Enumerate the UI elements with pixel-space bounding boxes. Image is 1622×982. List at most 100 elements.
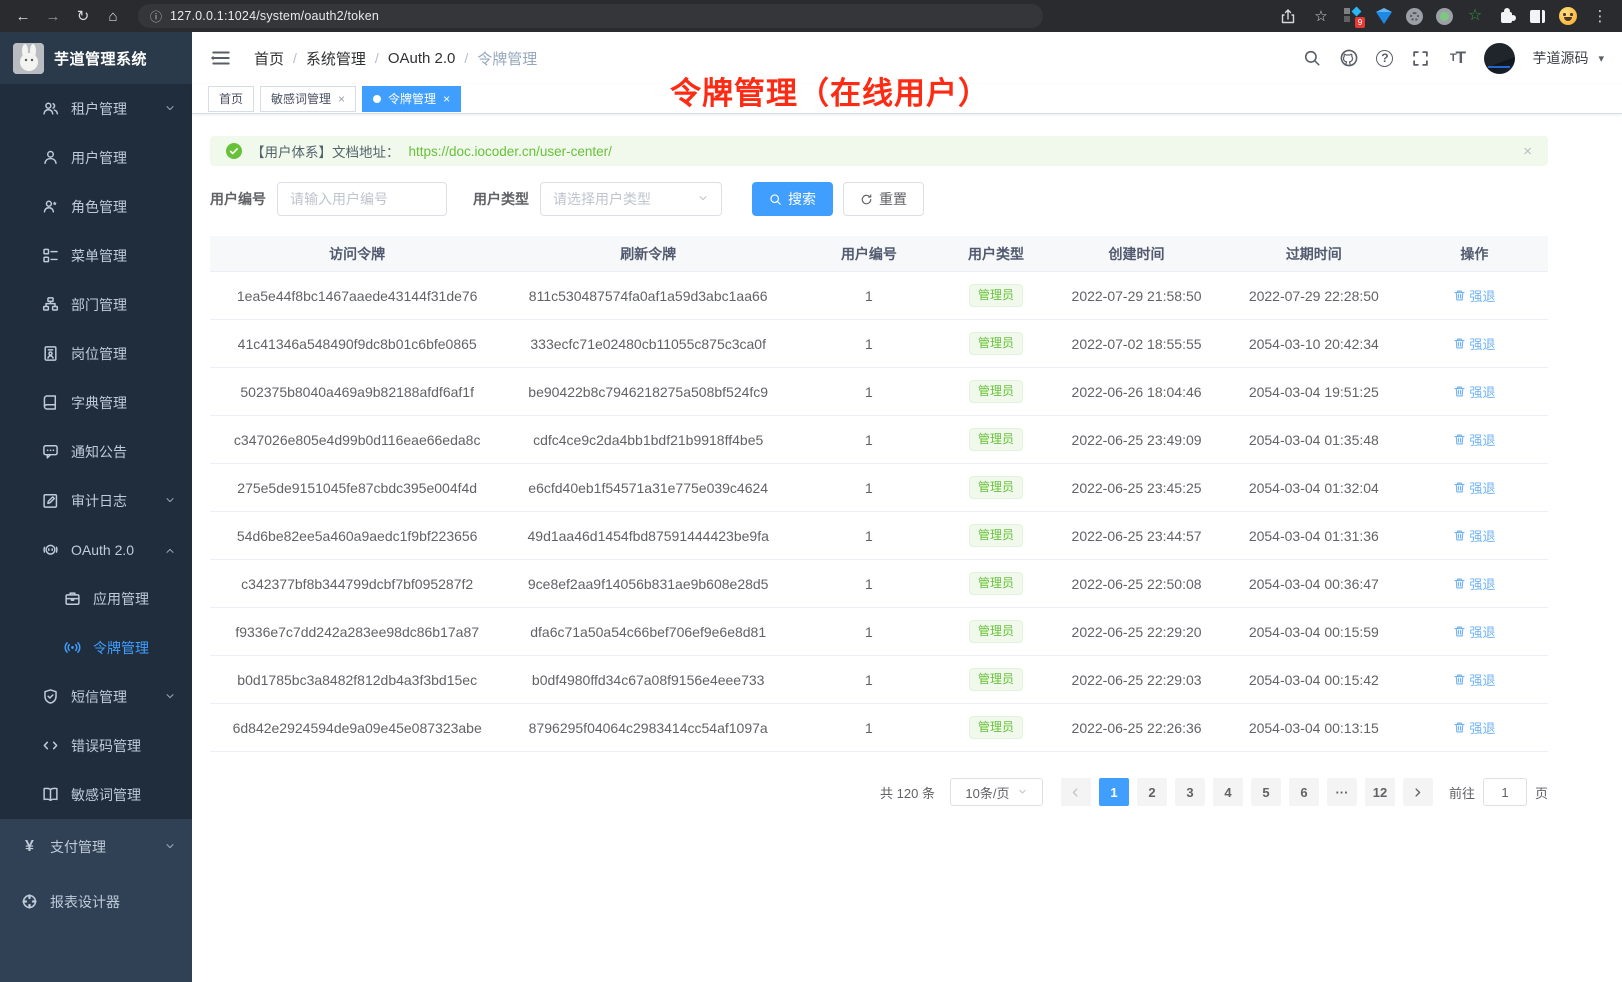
help-icon[interactable]: ?	[1376, 50, 1393, 67]
sidebar-item-report-designer[interactable]: 报表设计器	[0, 874, 192, 929]
extension-tampermonkey-icon[interactable]: 9	[1344, 7, 1362, 25]
prev-page-button[interactable]	[1061, 778, 1091, 806]
browser-menu-icon[interactable]: ⋮	[1590, 4, 1610, 28]
sidebar-item-pay[interactable]: ¥ 支付管理	[0, 819, 192, 874]
tab-sensitive-words[interactable]: 敏感词管理 ×	[260, 86, 356, 112]
user-name[interactable]: 芋道源码	[1532, 48, 1588, 68]
user-type-badge: 管理员	[969, 620, 1023, 642]
org-tree-icon	[42, 296, 59, 313]
sidebar-item-errorcode[interactable]: 错误码管理	[0, 721, 192, 770]
force-logout-button[interactable]: 强退	[1453, 478, 1495, 497]
site-info-icon[interactable]: ⓘ	[150, 8, 162, 25]
sidebar-item-oauth[interactable]: OAuth 2.0	[0, 525, 192, 574]
force-logout-button[interactable]: 强退	[1453, 670, 1495, 689]
breadcrumb-oauth[interactable]: OAuth 2.0	[388, 50, 456, 67]
fullscreen-icon[interactable]	[1410, 48, 1430, 68]
user-id-label: 用户编号	[210, 189, 266, 209]
extension-settings-icon[interactable]	[1406, 8, 1423, 25]
sidebar-item-notice[interactable]: 通知公告	[0, 427, 192, 476]
sidebar-item-role[interactable]: 角色管理	[0, 182, 192, 231]
page-button-6[interactable]: 6	[1289, 778, 1319, 806]
user-type-badge: 管理员	[969, 380, 1023, 402]
bookmark-star-icon[interactable]: ☆	[1311, 4, 1331, 28]
app-logo-header[interactable]: 芋道管理系统	[0, 32, 192, 84]
sidebar-item-oauth-app[interactable]: 应用管理	[0, 574, 192, 623]
force-logout-button[interactable]: 强退	[1453, 430, 1495, 449]
report-wheel-icon	[21, 893, 38, 910]
collapse-sidebar-icon[interactable]	[210, 47, 232, 69]
alert-close-icon[interactable]: ×	[1523, 143, 1532, 160]
tab-home[interactable]: 首页	[208, 86, 254, 112]
sidebar-item-dict[interactable]: 字典管理	[0, 378, 192, 427]
user-id-input[interactable]	[277, 182, 447, 216]
page-button-4[interactable]: 4	[1213, 778, 1243, 806]
browser-back-icon[interactable]: ←	[10, 4, 36, 28]
extension-gem-icon[interactable]	[1375, 7, 1393, 25]
sidebar-item-dept[interactable]: 部门管理	[0, 280, 192, 329]
side-panel-icon[interactable]	[1528, 7, 1546, 25]
page-ellipsis-button[interactable]: ···	[1327, 778, 1357, 806]
close-icon[interactable]: ×	[443, 92, 450, 106]
oauth-robot-icon	[42, 541, 59, 558]
search-button[interactable]: 搜索	[752, 182, 833, 216]
shield-check-icon	[42, 688, 59, 705]
doc-link[interactable]: https://doc.iocoder.cn/user-center/	[409, 144, 612, 159]
dictionary-book-icon	[42, 394, 59, 411]
page-size-select[interactable]: 10条/页	[950, 778, 1043, 806]
yen-icon: ¥	[21, 838, 38, 856]
page-button-12[interactable]: 12	[1365, 778, 1395, 806]
user-type-select[interactable]: 请选择用户类型	[540, 182, 722, 216]
code-icon	[42, 737, 59, 754]
force-logout-button[interactable]: 强退	[1453, 286, 1495, 305]
token-signal-icon	[64, 639, 81, 656]
sidebar-item-user[interactable]: 用户管理	[0, 133, 192, 182]
extension-recorder-icon[interactable]	[1436, 8, 1453, 25]
reset-button[interactable]: 重置	[843, 182, 924, 216]
share-icon[interactable]	[1278, 4, 1298, 28]
force-logout-button[interactable]: 强退	[1453, 622, 1495, 641]
force-logout-button[interactable]: 强退	[1453, 526, 1495, 545]
sidebar-menu: 租户管理 用户管理 角色管理 菜单管理 部门管理 岗位管理	[0, 84, 192, 982]
search-icon[interactable]	[1302, 48, 1322, 68]
breadcrumb-home[interactable]: 首页	[254, 48, 284, 69]
sidebar-item-tenant[interactable]: 租户管理	[0, 84, 192, 133]
browser-home-icon[interactable]: ⌂	[100, 4, 126, 28]
page-button-1[interactable]: 1	[1099, 778, 1129, 806]
breadcrumb-system[interactable]: 系统管理	[306, 48, 366, 69]
browser-forward-icon[interactable]: →	[40, 4, 66, 28]
user-type-badge: 管理员	[969, 476, 1023, 498]
force-logout-button[interactable]: 强退	[1453, 382, 1495, 401]
force-logout-button[interactable]: 强退	[1453, 334, 1495, 353]
chevron-up-icon	[164, 542, 176, 558]
sidebar-item-menu[interactable]: 菜单管理	[0, 231, 192, 280]
page-button-5[interactable]: 5	[1251, 778, 1281, 806]
table-row: 502375b8040a469a9b82188afdf6af1f be90422…	[210, 368, 1548, 416]
table-row: 6d842e2924594de9a09e45e087323abe 8796295…	[210, 704, 1548, 752]
address-bar[interactable]: ⓘ 127.0.0.1:1024/system/oauth2/token	[138, 4, 1043, 28]
sidebar-item-post[interactable]: 岗位管理	[0, 329, 192, 378]
user-icon	[42, 149, 59, 166]
user-avatar[interactable]	[1484, 43, 1515, 74]
github-icon[interactable]	[1339, 48, 1359, 68]
browser-reload-icon[interactable]: ↻	[70, 4, 96, 28]
font-size-icon[interactable]: TT	[1447, 48, 1467, 68]
page-button-3[interactable]: 3	[1175, 778, 1205, 806]
sidebar-item-sensitive-words[interactable]: 敏感词管理	[0, 770, 192, 819]
user-menu-caret-icon[interactable]: ▾	[1598, 52, 1604, 65]
goto-page-input[interactable]	[1483, 778, 1527, 806]
next-page-button[interactable]	[1403, 778, 1433, 806]
total-count: 共 120 条	[880, 783, 935, 802]
profile-avatar-icon[interactable]	[1559, 7, 1577, 25]
page-button-2[interactable]: 2	[1137, 778, 1167, 806]
sidebar-item-sms[interactable]: 短信管理	[0, 672, 192, 721]
tab-token-management[interactable]: 令牌管理 ×	[362, 86, 461, 112]
chevron-down-icon	[164, 689, 176, 705]
force-logout-button[interactable]: 强退	[1453, 574, 1495, 593]
force-logout-button[interactable]: 强退	[1453, 718, 1495, 737]
extension-star-icon[interactable]: ☆	[1466, 7, 1484, 25]
extensions-puzzle-icon[interactable]	[1497, 7, 1515, 25]
sidebar-item-oauth-token[interactable]: 令牌管理	[0, 623, 192, 672]
sidebar-item-audit[interactable]: 审计日志	[0, 476, 192, 525]
close-icon[interactable]: ×	[338, 92, 345, 106]
open-book-icon	[42, 786, 59, 803]
